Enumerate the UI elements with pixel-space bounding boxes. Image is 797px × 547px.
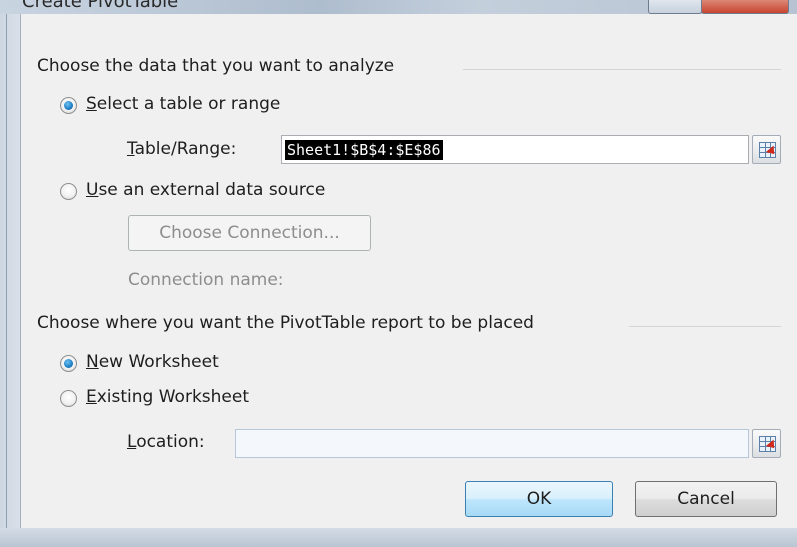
connection-name-label: Connection name: xyxy=(128,270,284,290)
table-range-input[interactable]: Sheet1!$B$4:$E$86 xyxy=(281,135,749,164)
ok-button[interactable]: OK xyxy=(465,481,613,517)
location-input[interactable] xyxy=(235,429,749,458)
range-picker-icon[interactable] xyxy=(752,429,781,458)
group-divider xyxy=(629,326,781,327)
select-table-radio[interactable] xyxy=(60,97,77,114)
placement-section-title: Choose where you want the PivotTable rep… xyxy=(37,313,534,333)
select-table-label[interactable]: Select a table or range xyxy=(86,94,280,114)
create-pivottable-dialog: Choose the data that you want to analyze… xyxy=(20,14,797,528)
window-title: Create PivotTable xyxy=(22,0,179,12)
group-divider xyxy=(463,69,781,70)
external-source-radio[interactable] xyxy=(60,183,77,200)
location-label: Location: xyxy=(127,432,205,452)
external-source-label[interactable]: Use an external data source xyxy=(86,180,325,200)
minimize-button[interactable] xyxy=(648,0,702,14)
window-bottom-edge xyxy=(0,528,797,547)
close-button[interactable] xyxy=(701,0,789,14)
range-picker-icon[interactable] xyxy=(752,135,781,164)
analyze-section-title: Choose the data that you want to analyze xyxy=(37,56,395,76)
new-worksheet-radio[interactable] xyxy=(60,355,77,372)
cancel-button[interactable]: Cancel xyxy=(635,481,777,517)
title-bar: Create PivotTable xyxy=(0,0,797,14)
new-worksheet-label[interactable]: New Worksheet xyxy=(86,352,219,372)
window-left-edge xyxy=(0,14,20,547)
choose-connection-button[interactable]: Choose Connection... xyxy=(128,215,371,251)
existing-worksheet-label[interactable]: Existing Worksheet xyxy=(86,387,249,407)
existing-worksheet-radio[interactable] xyxy=(60,390,77,407)
table-range-value: Sheet1!$B$4:$E$86 xyxy=(285,140,443,160)
table-range-label: Table/Range: xyxy=(127,139,237,159)
